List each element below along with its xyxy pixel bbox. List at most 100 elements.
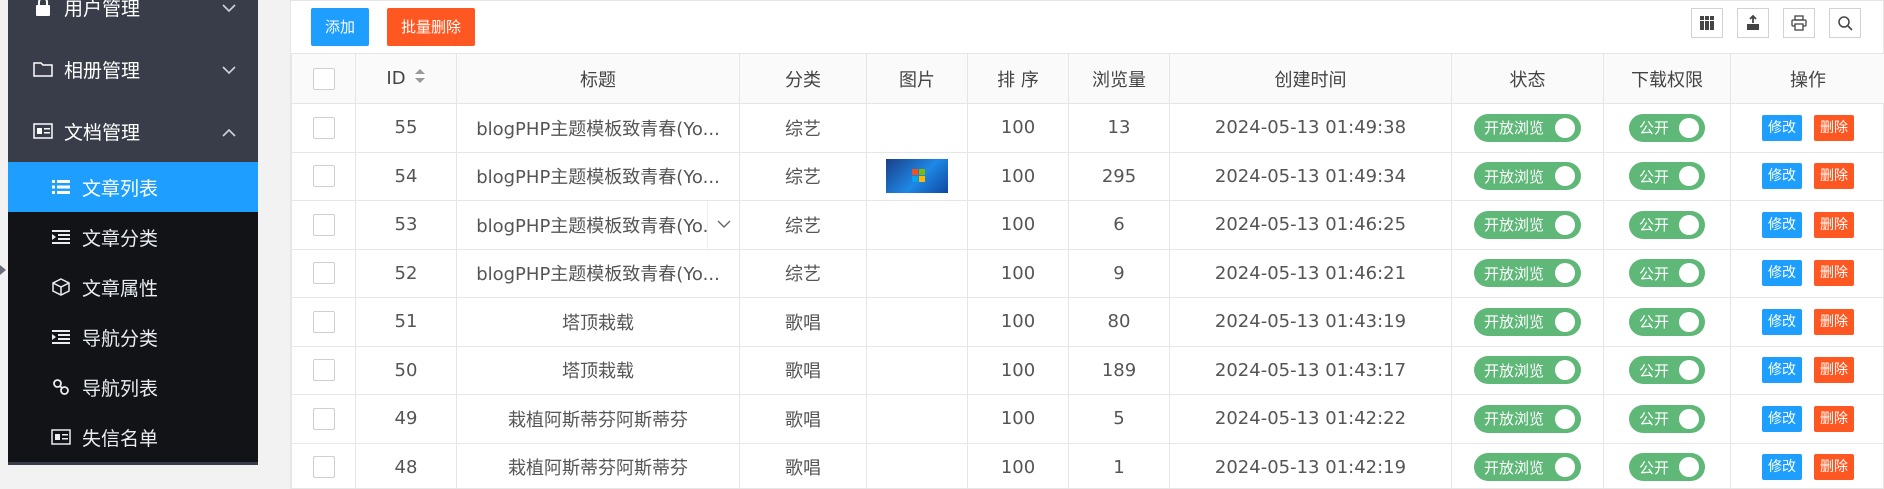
print-icon[interactable] — [1783, 8, 1815, 38]
edit-button[interactable]: 修改 — [1762, 260, 1802, 287]
download-cell: 公开 — [1603, 248, 1731, 298]
sort-icon[interactable] — [414, 68, 426, 89]
row-select-cell[interactable] — [291, 394, 356, 444]
status-toggle[interactable]: 开放浏览 — [1474, 307, 1581, 336]
download-toggle[interactable]: 公开 — [1629, 162, 1705, 191]
actions-cell: 修改 删除 — [1730, 297, 1884, 347]
sidebar-item-blacklist[interactable]: 失信名单 — [8, 412, 258, 462]
edit-button[interactable]: 修改 — [1762, 454, 1802, 481]
add-button[interactable]: 添加 — [311, 8, 370, 46]
edit-button[interactable]: 修改 — [1762, 357, 1802, 384]
cube-icon — [50, 276, 72, 298]
title-cell: 塔顶栽载 — [456, 345, 740, 395]
row-select-cell[interactable] — [291, 200, 356, 250]
created-cell: 2024-05-13 01:49:34 — [1169, 151, 1452, 201]
delete-button[interactable]: 删除 — [1814, 260, 1854, 287]
row-select-cell[interactable] — [291, 103, 356, 153]
delete-button[interactable]: 删除 — [1814, 163, 1854, 190]
download-toggle[interactable]: 公开 — [1629, 356, 1705, 385]
expand-cell-icon[interactable] — [707, 201, 739, 249]
columns-icon[interactable] — [1691, 8, 1723, 38]
category-cell: 歌唱 — [739, 345, 867, 395]
delete-button[interactable]: 删除 — [1814, 357, 1854, 384]
table-row: 49 栽植阿斯蒂芬阿斯蒂芬 歌唱 100 5 2024-05-13 01:42:22 开放浏… — [291, 394, 1884, 444]
row-checkbox[interactable] — [312, 456, 335, 479]
download-toggle[interactable]: 公开 — [1629, 307, 1705, 336]
download-toggle[interactable]: 公开 — [1629, 210, 1705, 239]
edit-button[interactable]: 修改 — [1762, 211, 1802, 238]
category-cell: 歌唱 — [739, 442, 867, 489]
status-toggle[interactable]: 开放浏览 — [1474, 259, 1581, 288]
sidebar-item-label: 失信名单 — [82, 427, 159, 450]
row-checkbox[interactable] — [312, 165, 335, 188]
title-cell: blogPHP主题模板致青春(Yo... — [456, 200, 740, 250]
edit-button[interactable]: 修改 — [1762, 405, 1802, 432]
edit-button[interactable]: 修改 — [1762, 114, 1802, 141]
status-toggle[interactable]: 开放浏览 — [1474, 210, 1581, 239]
sidebar-item-label: 文章分类 — [82, 227, 159, 250]
header-download: 下载权限 — [1603, 53, 1731, 104]
actions-cell: 修改 删除 — [1730, 200, 1884, 250]
sidebar-item-article-category[interactable]: 文章分类 — [8, 212, 258, 262]
sidebar-group-docs[interactable]: 文档管理 — [8, 100, 258, 162]
header-id[interactable]: ID — [355, 53, 457, 104]
row-checkbox[interactable] — [312, 310, 335, 333]
row-select-cell[interactable] — [291, 442, 356, 489]
search-icon[interactable] — [1829, 8, 1861, 38]
select-all-checkbox[interactable] — [312, 67, 335, 90]
status-toggle[interactable]: 开放浏览 — [1474, 404, 1581, 433]
status-toggle[interactable]: 开放浏览 — [1474, 453, 1581, 482]
sidebar-group-album[interactable]: 相册管理 — [8, 38, 258, 100]
image-cell — [866, 345, 968, 395]
table-row: 51 塔顶栽载 歌唱 100 80 2024-05-13 01:43:19 开放浏览 公开 修改… — [291, 297, 1884, 347]
row-checkbox[interactable] — [312, 359, 335, 382]
sidebar-item-article-attr[interactable]: 文章属性 — [8, 262, 258, 312]
toggle-knob — [1679, 166, 1699, 187]
download-cell: 公开 — [1603, 103, 1731, 153]
title-cell: 栽植阿斯蒂芬阿斯蒂芬 — [456, 442, 740, 489]
sidebar-item-article-list[interactable]: 文章列表 — [8, 162, 258, 212]
row-select-cell[interactable] — [291, 297, 356, 347]
toggle-knob — [1555, 117, 1575, 138]
row-checkbox[interactable] — [312, 116, 335, 139]
sidebar-item-label: 导航列表 — [82, 377, 159, 400]
status-toggle[interactable]: 开放浏览 — [1474, 162, 1581, 191]
status-toggle[interactable]: 开放浏览 — [1474, 113, 1581, 142]
status-toggle[interactable]: 开放浏览 — [1474, 356, 1581, 385]
delete-button[interactable]: 删除 — [1814, 114, 1854, 141]
header-select-all[interactable] — [291, 53, 356, 104]
row-checkbox[interactable] — [312, 407, 335, 430]
delete-button[interactable]: 删除 — [1814, 211, 1854, 238]
edit-button[interactable]: 修改 — [1762, 163, 1802, 190]
row-checkbox[interactable] — [312, 213, 335, 236]
views-cell: 13 — [1068, 103, 1170, 153]
sidebar-group-user[interactable]: 用户管理 — [8, 0, 258, 38]
delete-button[interactable]: 删除 — [1814, 308, 1854, 335]
sidebar-group-label: 文档管理 — [64, 121, 141, 144]
download-toggle[interactable]: 公开 — [1629, 259, 1705, 288]
sidebar-item-nav-category[interactable]: 导航分类 — [8, 312, 258, 362]
edit-button[interactable]: 修改 — [1762, 308, 1802, 335]
sort-cell: 100 — [967, 442, 1069, 489]
collapse-handle-icon[interactable] — [0, 265, 6, 275]
row-checkbox[interactable] — [312, 262, 335, 285]
download-toggle[interactable]: 公开 — [1629, 113, 1705, 142]
batch-delete-button[interactable]: 批量删除 — [387, 8, 476, 46]
delete-button[interactable]: 删除 — [1814, 454, 1854, 481]
sidebar-item-label: 导航分类 — [82, 327, 159, 350]
download-toggle[interactable]: 公开 — [1629, 404, 1705, 433]
delete-button[interactable]: 删除 — [1814, 405, 1854, 432]
category-cell: 综艺 — [739, 151, 867, 201]
download-toggle[interactable]: 公开 — [1629, 453, 1705, 482]
row-select-cell[interactable] — [291, 151, 356, 201]
title-text: blogPHP主题模板致青春(Yo... — [476, 264, 720, 286]
sidebar-submenu: 文章列表 文章分类 文章属性 导航分类 导航列表 失信名单 — [8, 162, 258, 462]
row-select-cell[interactable] — [291, 248, 356, 298]
title-cell: 栽植阿斯蒂芬阿斯蒂芬 — [456, 394, 740, 444]
indent-icon — [50, 326, 72, 348]
row-select-cell[interactable] — [291, 345, 356, 395]
export-icon[interactable] — [1737, 8, 1769, 38]
table-row: 52 blogPHP主题模板致青春(Yo... 综艺 100 9 2024-05-13 0… — [291, 248, 1884, 298]
thumbnail-image[interactable] — [886, 159, 948, 194]
sidebar-item-nav-list[interactable]: 导航列表 — [8, 362, 258, 412]
